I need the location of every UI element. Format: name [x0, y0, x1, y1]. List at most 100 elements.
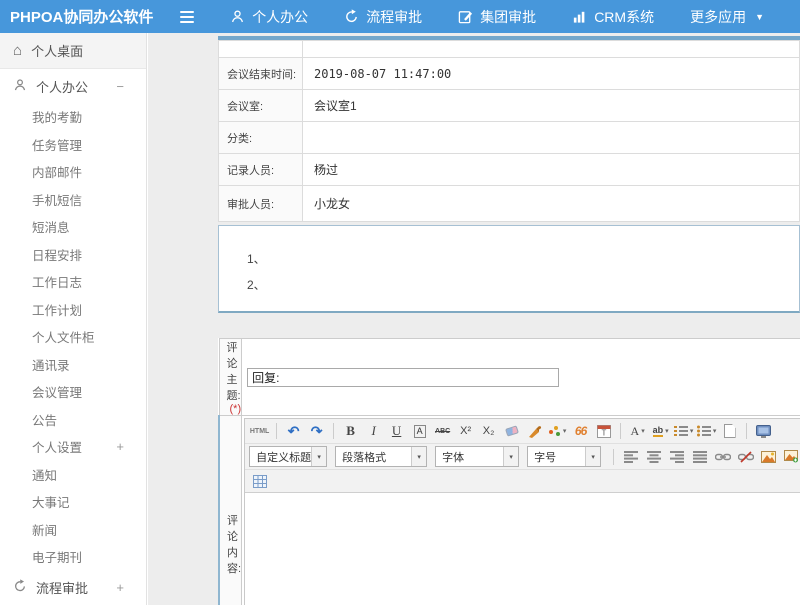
- remove-format-button[interactable]: [501, 422, 522, 441]
- comment-subject-input[interactable]: [247, 368, 559, 387]
- sidebar-item-internal-mail[interactable]: 内部邮件: [0, 158, 146, 186]
- unordered-list-icon: [697, 425, 711, 437]
- nav-personal-office[interactable]: 个人办公: [230, 7, 308, 27]
- align-right-button[interactable]: [666, 447, 687, 466]
- sidebar-item-work-log[interactable]: 工作日志: [0, 268, 146, 296]
- comment-subject-row: 评论主题:(*): [219, 339, 800, 416]
- font-size-select[interactable]: 字号▾: [527, 446, 601, 467]
- chevron-down-icon: ▾: [411, 447, 426, 466]
- sidebar-item-notice[interactable]: 通知: [0, 461, 146, 489]
- sidebar-item-attendance[interactable]: 我的考勤: [0, 103, 146, 131]
- required-mark: (*): [230, 403, 242, 415]
- strikethrough-button[interactable]: ABC: [432, 422, 453, 441]
- collapse-icon[interactable]: −: [116, 79, 133, 94]
- calendar-icon: T: [597, 424, 611, 438]
- link-icon: [715, 452, 731, 462]
- sidebar-group-process-approval[interactable]: 流程审批 +: [0, 571, 146, 605]
- sidebar-item-news[interactable]: 新闻: [0, 516, 146, 544]
- color-dots-icon: [549, 425, 561, 437]
- nav-crm-system[interactable]: CRM系统: [572, 7, 654, 27]
- bold-button[interactable]: B: [340, 422, 361, 441]
- sidebar-item-announcement[interactable]: 公告: [0, 406, 146, 434]
- meeting-info-table: 会议结束时间: 2019-08-07 11:47:00 会议室: 会议室1 分类…: [218, 40, 800, 222]
- editor-content[interactable]: [245, 493, 800, 605]
- redo-button[interactable]: ↷: [306, 422, 327, 441]
- sidebar-item-meetings[interactable]: 会议管理: [0, 378, 146, 406]
- superscript-button[interactable]: X²: [455, 422, 476, 441]
- sidebar-item-sms[interactable]: 手机短信: [0, 186, 146, 214]
- font-name-button[interactable]: A: [414, 425, 426, 438]
- paragraph-format-select[interactable]: 段落格式▾: [335, 446, 427, 467]
- comment-subject-label: 评论主题:: [227, 342, 241, 402]
- menu-icon[interactable]: [180, 9, 199, 25]
- sidebar-item-schedule[interactable]: 日程安排: [0, 241, 146, 269]
- insert-table-button[interactable]: [249, 472, 270, 491]
- editor-toolbar-row3: [245, 470, 800, 493]
- top-nav-bar: PHPOA协同办公软件 个人办公 流程审批 集团审批 CRM系统: [0, 0, 800, 33]
- main-content: 会议结束时间: 2019-08-07 11:47:00 会议室: 会议室1 分类…: [148, 33, 800, 605]
- sidebar-item-milestones[interactable]: 大事记: [0, 488, 146, 516]
- expand-icon[interactable]: +: [116, 580, 133, 595]
- remove-link-button[interactable]: [735, 447, 756, 466]
- meeting-end-time-value: 2019-08-07 11:47:00: [303, 58, 800, 90]
- home-icon: ⌂: [13, 43, 22, 58]
- chevron-down-icon: ▾: [585, 447, 600, 466]
- person-icon: [13, 78, 27, 95]
- person-icon: [230, 9, 245, 24]
- html-source-button[interactable]: HTML: [249, 422, 270, 441]
- sidebar-group-personal-office[interactable]: 个人办公 −: [0, 69, 146, 103]
- emoticon-button[interactable]: ▾: [547, 422, 568, 441]
- minutes-line: 1、: [247, 246, 799, 272]
- undo-button[interactable]: ↶: [283, 422, 304, 441]
- sidebar-item-desktop[interactable]: ⌂ 个人桌面: [0, 33, 146, 69]
- recorder-value: 杨过: [303, 154, 800, 186]
- ordered-list-icon: [674, 425, 688, 437]
- font-family-select[interactable]: 字体▾: [435, 446, 519, 467]
- highlight-color-button[interactable]: ab▾: [650, 422, 671, 441]
- svg-text:T: T: [601, 429, 606, 438]
- sidebar-item-short-message[interactable]: 短消息: [0, 213, 146, 241]
- new-page-button[interactable]: [719, 422, 740, 441]
- italic-button[interactable]: I: [363, 422, 384, 441]
- nav-process-approval[interactable]: 流程审批: [344, 7, 422, 27]
- table-row: [219, 41, 800, 58]
- font-color-button[interactable]: A▾: [627, 422, 648, 441]
- upload-image-button[interactable]: [781, 447, 800, 466]
- sidebar-item-e-journal[interactable]: 电子期刊: [0, 543, 146, 571]
- sidebar-item-work-plan[interactable]: 工作计划: [0, 296, 146, 324]
- blockquote-button[interactable]: 66: [570, 422, 591, 441]
- image-icon: [761, 451, 776, 463]
- eraser-icon: [505, 425, 519, 436]
- align-right-icon: [670, 451, 684, 463]
- ordered-list-button[interactable]: ▾: [673, 422, 694, 441]
- brush-icon: [528, 425, 542, 438]
- sidebar-item-file-cabinet[interactable]: 个人文件柜: [0, 323, 146, 351]
- align-center-button[interactable]: [643, 447, 664, 466]
- sidebar-item-tasks[interactable]: 任务管理: [0, 131, 146, 159]
- align-left-button[interactable]: [620, 447, 641, 466]
- expand-icon[interactable]: +: [116, 439, 146, 454]
- table-row-approver: 审批人员: 小龙女: [219, 186, 800, 222]
- nav-more-apps[interactable]: 更多应用 ▼: [690, 7, 764, 27]
- heading-select[interactable]: 自定义标题▾: [249, 446, 327, 467]
- align-left-icon: [624, 451, 638, 463]
- format-painter-button[interactable]: [524, 422, 545, 441]
- sidebar: ⌂ 个人桌面 个人办公 − 我的考勤 任务管理 内部邮件 手机短信 短消息 日程…: [0, 33, 147, 605]
- sidebar-item-personal-settings[interactable]: 个人设置+: [0, 433, 146, 461]
- nav-group-approval[interactable]: 集团审批: [458, 7, 536, 27]
- sidebar-item-contacts[interactable]: 通讯录: [0, 351, 146, 379]
- table-row-meeting-room: 会议室: 会议室1: [219, 90, 800, 122]
- unordered-list-button[interactable]: ▾: [696, 422, 717, 441]
- table-icon: [253, 475, 267, 488]
- subscript-button[interactable]: X₂: [478, 422, 499, 441]
- insert-image-button[interactable]: [758, 447, 779, 466]
- meeting-minutes-box: 1、 2、: [218, 225, 800, 313]
- table-row-category: 分类:: [219, 122, 800, 154]
- underline-button[interactable]: U: [386, 422, 407, 441]
- insert-date-button[interactable]: T: [593, 422, 614, 441]
- monitor-icon: [756, 425, 771, 438]
- insert-link-button[interactable]: [712, 447, 733, 466]
- fullscreen-button[interactable]: [753, 422, 774, 441]
- align-justify-button[interactable]: [689, 447, 710, 466]
- process-icon: [13, 579, 27, 596]
